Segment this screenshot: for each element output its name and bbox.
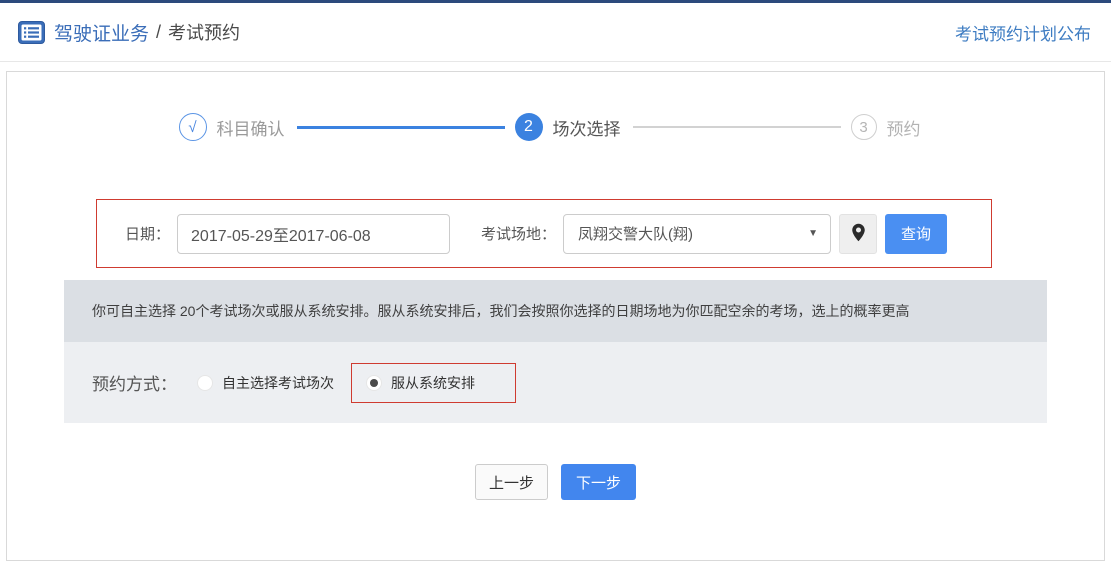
main-panel: √ 科目确认 2 场次选择 3 预约 日期： 考试场地： 凤翔交警大队(翔) ▼… xyxy=(6,71,1105,561)
breadcrumb: 驾驶证业务 / 考试预约 xyxy=(18,19,240,46)
stepper-connector-pending xyxy=(632,126,841,128)
previous-step-button[interactable]: 上一步 xyxy=(475,464,548,500)
step-3-label: 预约 xyxy=(886,119,921,139)
radio-checked-icon[interactable] xyxy=(366,374,382,391)
map-pin-icon xyxy=(851,223,866,245)
breadcrumb-current: 考试预约 xyxy=(168,23,241,43)
notice-text: 你可自主选择 20个考试场次或服从系统安排。服从系统安排后，我们会按照你选择的日… xyxy=(92,303,910,319)
breadcrumb-section[interactable]: 驾驶证业务 xyxy=(54,19,149,46)
notice-bar: 你可自主选择 20个考试场次或服从系统安排。服从系统安排后，我们会按照你选择的日… xyxy=(64,280,1047,342)
radio-option-system-arranged[interactable]: 服从系统安排 xyxy=(366,373,475,393)
radio-option-self-select-label[interactable]: 自主选择考试场次 xyxy=(222,373,334,393)
step-2-indicator: 2 xyxy=(514,113,543,141)
stepper-connector-active xyxy=(296,125,505,129)
wizard-stepper: √ 科目确认 2 场次选择 3 预约 xyxy=(7,113,1104,141)
list-icon xyxy=(18,20,45,44)
booking-method-label: 预约方式： xyxy=(92,375,177,394)
step-2-label: 场次选择 xyxy=(552,119,621,139)
date-range-input[interactable] xyxy=(177,213,451,254)
step-1-indicator-check-icon: √ xyxy=(178,113,207,141)
page-header: 驾驶证业务 / 考试预约 考试预约计划公布 xyxy=(0,3,1111,62)
date-label: 日期： xyxy=(125,226,171,243)
radio-option-self-select[interactable]: 自主选择考试场次 xyxy=(197,373,334,393)
venue-select[interactable]: 凤翔交警大队(翔) ▼ xyxy=(563,213,832,254)
wizard-actions: 上一步 下一步 xyxy=(7,464,1104,500)
location-button[interactable] xyxy=(839,213,878,254)
step-3-indicator: 3 xyxy=(850,114,877,140)
filter-row-highlighted: 日期： 考试场地： 凤翔交警大队(翔) ▼ 查询 xyxy=(96,199,992,268)
breadcrumb-separator: / xyxy=(156,21,162,42)
venue-selected-value: 凤翔交警大队(翔) xyxy=(578,226,694,243)
next-step-button[interactable]: 下一步 xyxy=(561,464,636,500)
booking-method-section: 预约方式： 自主选择考试场次 服从系统安排 xyxy=(64,342,1047,423)
radio-dot xyxy=(370,378,378,387)
radio-unchecked-icon[interactable] xyxy=(197,374,213,391)
step-1-label: 科目确认 xyxy=(216,119,285,139)
query-button[interactable]: 查询 xyxy=(885,213,948,254)
exam-plan-link[interactable]: 考试预约计划公布 xyxy=(955,20,1091,45)
radio-option-system-arranged-label[interactable]: 服从系统安排 xyxy=(391,373,475,393)
chevron-down-icon: ▼ xyxy=(808,228,819,239)
selected-option-highlight-box: 服从系统安排 xyxy=(351,362,516,403)
venue-label: 考试场地： xyxy=(481,226,557,243)
